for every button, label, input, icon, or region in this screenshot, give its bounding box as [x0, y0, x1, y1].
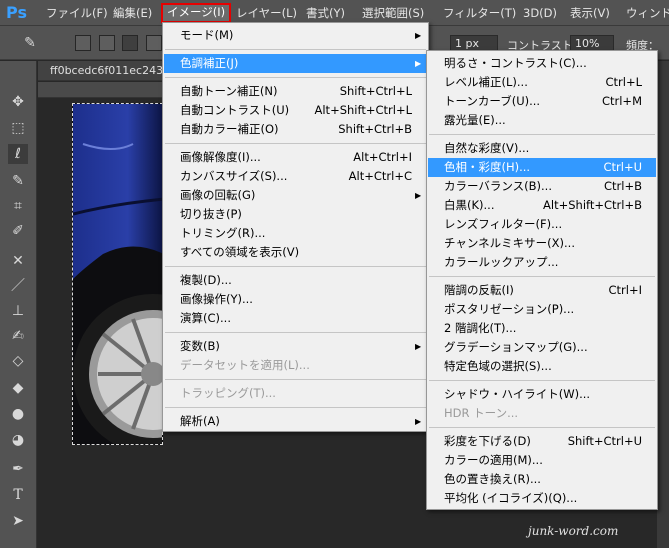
healing-tool-icon[interactable]: ✕	[8, 251, 28, 271]
menu-item-posterize[interactable]: ポスタリゼーション(P)...	[428, 300, 656, 319]
menu-item-crop[interactable]: 切り抜き(P)	[164, 205, 427, 224]
menu-item-brightness-contrast[interactable]: 明るさ・コントラスト(C)...	[428, 54, 656, 73]
blur-tool-icon[interactable]: ●	[8, 404, 28, 424]
menu-item-adjustments[interactable]: 色調補正(J) ▶	[164, 54, 427, 73]
menu-item-apply-dataset: データセットを適用(L)...	[180, 358, 310, 372]
menu-separator	[165, 266, 426, 267]
stamp-tool-icon[interactable]: ⊥	[8, 301, 28, 321]
menu-item-trim[interactable]: トリミング(R)...	[164, 224, 427, 243]
new-selection-icon[interactable]	[75, 35, 91, 51]
menu-separator	[429, 427, 655, 428]
menu-item-trap: トラッピング(T)...	[180, 386, 276, 400]
right-panel	[657, 61, 669, 548]
menu-item-threshold[interactable]: 2 階調化(T)...	[428, 319, 656, 338]
menu-layer[interactable]: レイヤー(L)	[236, 4, 297, 22]
menu-item-replace-color[interactable]: 色の置き換え(R)...	[428, 470, 656, 489]
menu-item-image-rotation[interactable]: 画像の回転(G) ▶	[164, 186, 427, 205]
submenu-arrow-icon: ▶	[415, 31, 422, 40]
menu-window[interactable]: ウィンドウ	[626, 4, 669, 22]
menu-item-calculations[interactable]: 演算(C)...	[164, 309, 427, 328]
menu-item-levels[interactable]: レベル補正(L)... Ctrl+L	[428, 73, 656, 92]
menu-separator	[165, 49, 426, 50]
menu-file[interactable]: ファイル(F)	[46, 4, 108, 22]
menu-item-black-white[interactable]: 白黒(K)... Alt+Shift+Ctrl+B	[428, 196, 656, 215]
menu-separator	[429, 380, 655, 381]
menu-item-auto-tone[interactable]: 自動トーン補正(N) Shift+Ctrl+L	[164, 82, 427, 101]
menu-item-hue-saturation[interactable]: 色相・彩度(H)... Ctrl+U	[428, 158, 656, 177]
path-select-tool-icon[interactable]: ➤	[8, 511, 28, 531]
menu-item-duplicate[interactable]: 複製(D)...	[164, 271, 427, 290]
menu-item-variables[interactable]: 変数(B) ▶	[164, 337, 427, 356]
menu-item-apply-image[interactable]: 画像操作(Y)...	[164, 290, 427, 309]
car-photo	[73, 104, 162, 444]
document-tab[interactable]: ff0bcedc6f011ec243	[38, 61, 168, 81]
menu-item-invert[interactable]: 階調の反転(I) Ctrl+I	[428, 281, 656, 300]
menu-item-shadows-highlights[interactable]: シャドウ・ハイライト(W)...	[428, 385, 656, 404]
menu-item-vibrance[interactable]: 自然な彩度(V)...	[428, 139, 656, 158]
crop-tool-icon[interactable]: ⌗	[8, 196, 28, 216]
ruler	[38, 82, 163, 98]
history-brush-tool-icon[interactable]: ✍	[8, 326, 28, 346]
watermark-text: junk-word.com	[528, 524, 619, 538]
intersect-selection-icon[interactable]	[146, 35, 162, 51]
menu-separator	[165, 77, 426, 78]
menu-item-equalize[interactable]: 平均化 (イコライズ)(Q)...	[428, 489, 656, 508]
type-tool-icon[interactable]: T	[8, 485, 28, 505]
dodge-tool-icon[interactable]: ◕	[8, 430, 28, 450]
menu-item-curves[interactable]: トーンカーブ(U)... Ctrl+M	[428, 92, 656, 111]
menu-view[interactable]: 表示(V)	[570, 4, 610, 22]
menu-item-reveal-all[interactable]: すべての領域を表示(V)	[164, 243, 427, 262]
canvas-image[interactable]	[72, 103, 163, 445]
menu-item-desaturate[interactable]: 彩度を下げる(D) Shift+Ctrl+U	[428, 432, 656, 451]
menu-type[interactable]: 書式(Y)	[306, 4, 345, 22]
menu-separator	[429, 134, 655, 135]
paint-bucket-tool-icon[interactable]: ◆	[8, 378, 28, 398]
menu-item-gradient-map[interactable]: グラデーションマップ(G)...	[428, 338, 656, 357]
move-tool-icon[interactable]: ✥	[8, 92, 28, 112]
marquee-tool-icon[interactable]: ⬚	[8, 118, 28, 138]
menu-item-match-color[interactable]: カラーの適用(M)...	[428, 451, 656, 470]
menu-item-color-lookup[interactable]: カラールックアップ...	[428, 253, 656, 272]
pen-tool-icon[interactable]: ✒	[8, 459, 28, 479]
menu-item-channel-mixer[interactable]: チャンネルミキサー(X)...	[428, 234, 656, 253]
menu-separator	[165, 143, 426, 144]
tools-panel: ✥ ⬚ ℓ ✎ ⌗ ✐ ✕ ／ ⊥ ✍ ◇ ◆ ● ◕ ✒ T ➤	[0, 61, 37, 548]
menu-item-hdr-toning: HDR トーン...	[444, 406, 519, 420]
photoshop-logo: Ps	[6, 3, 27, 22]
lasso-preset-icon[interactable]: ✎	[20, 33, 40, 53]
menu-image[interactable]: イメージ(I)	[161, 3, 232, 23]
eyedropper-tool-icon[interactable]: ✐	[8, 221, 28, 241]
menu-separator	[165, 379, 426, 380]
quick-select-tool-icon[interactable]: ✎	[8, 171, 28, 191]
menu-item-photo-filter[interactable]: レンズフィルター(F)...	[428, 215, 656, 234]
eraser-tool-icon[interactable]: ◇	[8, 351, 28, 371]
submenu-arrow-icon: ▶	[415, 342, 422, 351]
submenu-arrow-icon: ▶	[415, 59, 422, 68]
document-title: ff0bcedc6f011ec243	[50, 64, 164, 77]
menu-select[interactable]: 選択範囲(S)	[362, 4, 424, 22]
menu-separator	[165, 407, 426, 408]
menu-separator	[165, 332, 426, 333]
menu-item-selective-color[interactable]: 特定色域の選択(S)...	[428, 357, 656, 376]
menu-item-auto-color[interactable]: 自動カラー補正(O) Shift+Ctrl+B	[164, 120, 427, 139]
image-menu: モード(M) ▶ 色調補正(J) ▶ 自動トーン補正(N) Shift+Ctrl+L …	[162, 22, 429, 432]
subtract-selection-icon[interactable]	[122, 35, 138, 51]
menu-item-image-size[interactable]: 画像解像度(I)... Alt+Ctrl+I	[164, 148, 427, 167]
menu-separator	[429, 276, 655, 277]
menu-item-exposure[interactable]: 露光量(E)...	[428, 111, 656, 130]
submenu-arrow-icon: ▶	[415, 191, 422, 200]
menu-item-canvas-size[interactable]: カンバスサイズ(S)... Alt+Ctrl+C	[164, 167, 427, 186]
lasso-tool-icon[interactable]: ℓ	[8, 144, 28, 164]
adjustments-submenu: 明るさ・コントラスト(C)... レベル補正(L)... Ctrl+L トーンカー…	[426, 50, 658, 510]
menu-item-auto-contrast[interactable]: 自動コントラスト(U) Alt+Shift+Ctrl+L	[164, 101, 427, 120]
menu-item-color-balance[interactable]: カラーバランス(B)... Ctrl+B	[428, 177, 656, 196]
menu-3d[interactable]: 3D(D)	[523, 4, 557, 22]
submenu-arrow-icon: ▶	[415, 417, 422, 426]
add-selection-icon[interactable]	[99, 35, 115, 51]
menu-edit[interactable]: 編集(E)	[113, 4, 152, 22]
brush-tool-icon[interactable]: ／	[8, 276, 28, 296]
menu-item-mode[interactable]: モード(M) ▶	[164, 26, 427, 45]
menu-filter[interactable]: フィルター(T)	[443, 4, 516, 22]
menu-item-analysis[interactable]: 解析(A) ▶	[164, 412, 427, 431]
